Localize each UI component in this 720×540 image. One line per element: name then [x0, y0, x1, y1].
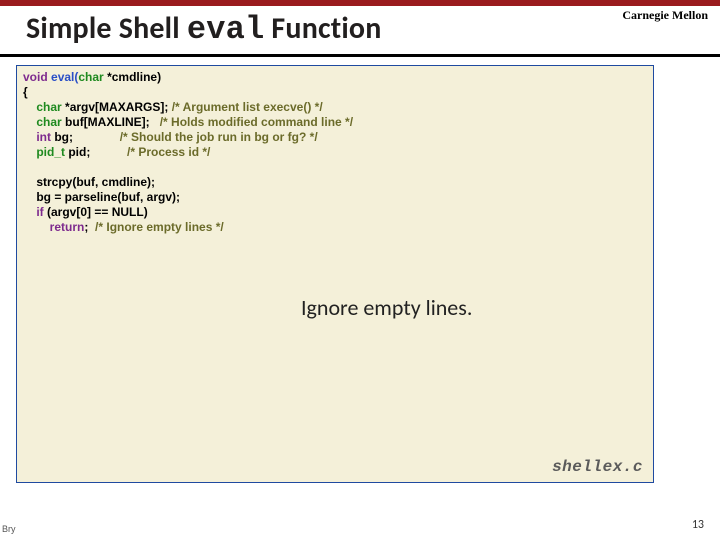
kw-pid: pid_t: [36, 145, 68, 159]
indent-11: [23, 220, 50, 234]
kw-int: int: [36, 130, 54, 144]
cmt-buf: /* Holds modified command line */: [160, 115, 353, 129]
kw-if: if: [36, 205, 47, 219]
slide-header: Carnegie Mellon Simple Shell eval Functi…: [0, 6, 720, 57]
title-prefix: Simple Shell: [26, 10, 187, 47]
code-block: void eval(char *cmdline) { char *argv[MA…: [23, 70, 647, 235]
cmt-bg: /* Should the job run in bg or fg? */: [120, 130, 318, 144]
source-filename: shellex.c: [552, 458, 643, 476]
kw-char-1: char: [78, 70, 107, 84]
param-cmdline: *cmdline): [107, 70, 161, 84]
var-argv: *argv[MAXARGS];: [65, 100, 172, 114]
var-bg: bg;: [54, 130, 119, 144]
title-mono: eval: [187, 11, 265, 48]
university-label: Carnegie Mellon: [622, 8, 708, 23]
line-strcpy: strcpy(buf, cmdline);: [23, 175, 155, 189]
cmt-pid: /* Process id */: [127, 145, 210, 159]
page-title: Simple Shell eval Function: [26, 10, 710, 48]
indent-6: [23, 145, 36, 159]
indent-5: [23, 130, 36, 144]
indent-10: [23, 205, 36, 219]
fn-eval: eval(: [51, 70, 78, 84]
title-suffix: Function: [264, 10, 381, 47]
cond-null: (argv[0] == NULL): [47, 205, 148, 219]
kw-return: return: [50, 220, 85, 234]
var-pid: pid;: [68, 145, 127, 159]
footer-left-fragment: Bry: [2, 524, 16, 534]
code-panel: void eval(char *cmdline) { char *argv[MA…: [16, 65, 654, 483]
cmt-argv: /* Argument list execve() */: [172, 100, 323, 114]
indent-4: [23, 115, 36, 129]
page-number: 13: [692, 518, 704, 532]
indent-3: [23, 100, 36, 114]
kw-char-3: char: [36, 115, 65, 129]
cmt-ignore: /* Ignore empty lines */: [95, 220, 224, 234]
var-buf: buf[MAXLINE];: [65, 115, 160, 129]
return-semi: ;: [84, 220, 95, 234]
line-parseline: bg = parseline(buf, argv);: [23, 190, 180, 204]
kw-char-2: char: [36, 100, 65, 114]
brace-open: {: [23, 85, 28, 99]
kw-void: void: [23, 70, 51, 84]
callout-text: Ignore empty lines.: [301, 294, 472, 321]
